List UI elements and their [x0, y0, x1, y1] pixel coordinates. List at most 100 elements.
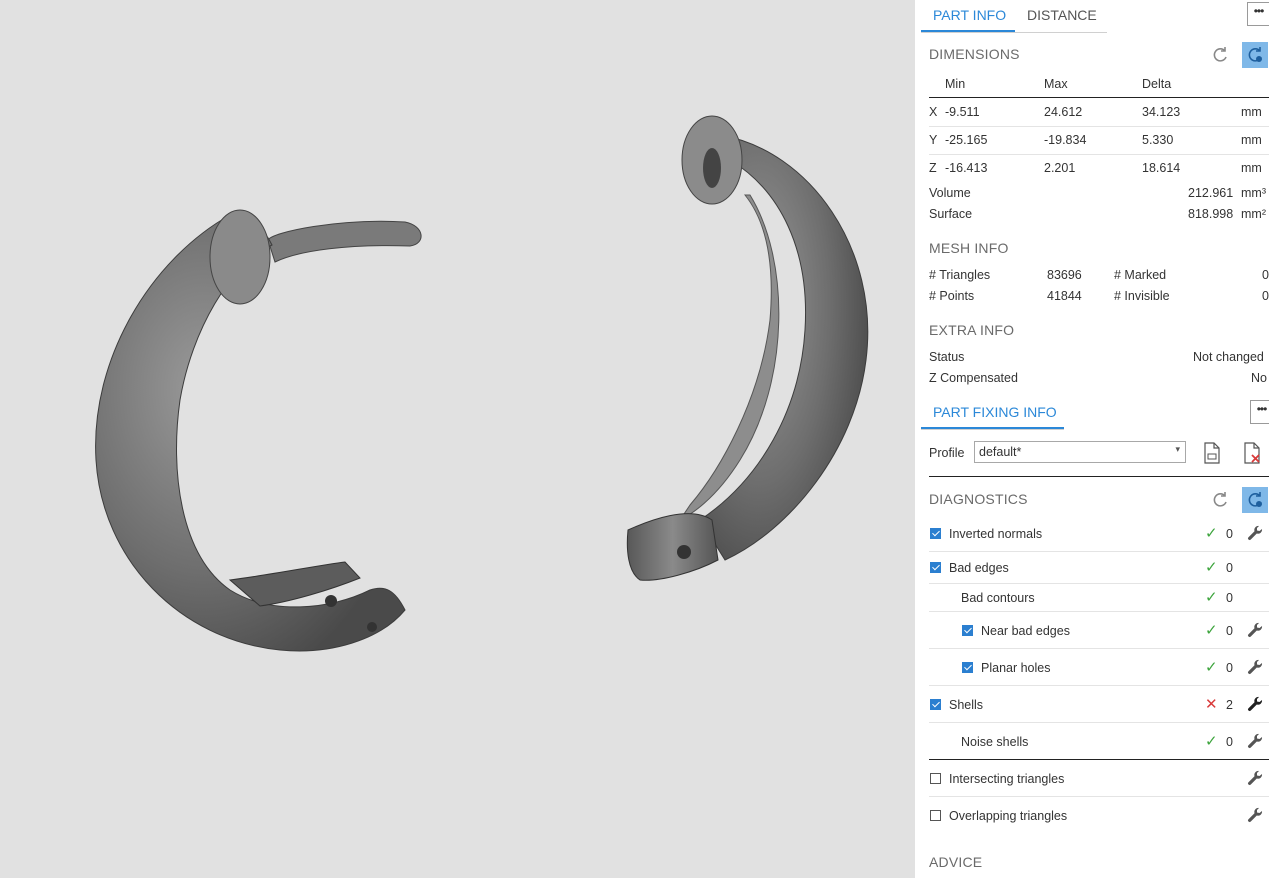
right-hoop-part[interactable]: [626, 115, 869, 581]
auto-refresh-icon[interactable]: [1242, 42, 1268, 68]
diag-label: Noise shells: [961, 735, 1029, 749]
dim-unit: mm: [1241, 133, 1262, 147]
checkmark-icon: ✓: [1205, 659, 1218, 676]
dim-max: -19.834: [1044, 133, 1087, 147]
checkmark-icon: ✓: [1205, 525, 1218, 542]
near-bad-edges-checkbox[interactable]: [962, 625, 973, 636]
wrench-icon[interactable]: [1246, 658, 1264, 676]
wrench-icon[interactable]: [1246, 621, 1264, 639]
dim-unit: mm: [1241, 161, 1262, 175]
divider: [929, 126, 1269, 127]
wrench-icon[interactable]: [1246, 524, 1264, 542]
divider: [929, 685, 1269, 686]
inverted-normals-checkbox[interactable]: [930, 528, 941, 539]
intersecting-triangles-checkbox[interactable]: [930, 773, 941, 784]
tab-underline: [921, 429, 1064, 430]
diag-count: 0: [1226, 661, 1233, 675]
dim-max: 2.201: [1044, 161, 1076, 175]
divider: [929, 796, 1269, 797]
bad-edges-checkbox[interactable]: [930, 562, 941, 573]
surface-unit: mm²: [1241, 207, 1266, 221]
tab-part-fixing-info[interactable]: PART FIXING INFO: [921, 397, 1064, 429]
properties-panel: PART INFO DISTANCE ••• DIMENSIONS Min Ma…: [915, 0, 1269, 878]
dim-header-delta: Delta: [1142, 77, 1172, 91]
diag-label: Inverted normals: [949, 527, 1043, 541]
checkmark-icon: ✓: [1205, 589, 1218, 606]
export-report-icon[interactable]: [1199, 440, 1225, 466]
diag-count: 0: [1226, 735, 1233, 749]
mesh-info-title: MESH INFO: [929, 240, 1009, 256]
planar-holes-checkbox[interactable]: [962, 662, 973, 673]
left-hoop-part[interactable]: [95, 209, 422, 652]
dim-delta: 5.330: [1142, 133, 1174, 147]
shells-checkbox[interactable]: [930, 699, 941, 710]
profile-select-value: default*: [979, 445, 1022, 459]
diag-label: Near bad edges: [981, 624, 1070, 638]
more-options-button[interactable]: •••: [1247, 2, 1269, 26]
dim-header-min: Min: [945, 77, 966, 91]
checkmark-icon: ✓: [1205, 559, 1218, 576]
invisible-label: # Invisible: [1114, 289, 1170, 303]
dim-min: -16.413: [945, 161, 988, 175]
divider: [929, 154, 1269, 155]
cross-icon: ✕: [1205, 696, 1218, 713]
diag-label: Bad edges: [949, 561, 1009, 575]
volume-label: Volume: [929, 186, 971, 200]
axis-label: X: [929, 105, 938, 119]
refresh-icon[interactable]: [1207, 42, 1233, 68]
marked-value: 0: [1262, 268, 1269, 282]
diag-label: Overlapping triangles: [949, 809, 1068, 823]
divider: [929, 476, 1269, 477]
wrench-icon[interactable]: [1246, 732, 1264, 750]
diag-label: Intersecting triangles: [949, 772, 1065, 786]
dim-header-max: Max: [1044, 77, 1068, 91]
auto-refresh-icon[interactable]: [1242, 487, 1268, 513]
axis-label: Y: [929, 133, 938, 147]
status-value: Not changed: [1193, 350, 1264, 364]
diag-count: 0: [1226, 591, 1233, 605]
diag-count: 0: [1226, 527, 1233, 541]
tab-part-info[interactable]: PART INFO: [921, 0, 1015, 32]
z-compensated-value: No: [1251, 371, 1267, 385]
extra-info-title: EXTRA INFO: [929, 322, 1015, 338]
profile-select[interactable]: default* ▾: [974, 441, 1186, 463]
part-fixing-more-button[interactable]: •••: [1250, 400, 1269, 424]
wrench-icon[interactable]: [1246, 806, 1264, 824]
overlapping-triangles-checkbox[interactable]: [930, 810, 941, 821]
volume-unit: mm³: [1241, 186, 1266, 200]
dim-min: -9.511: [945, 105, 980, 119]
divider: [929, 648, 1269, 649]
diag-count: 2: [1226, 698, 1233, 712]
delete-report-icon[interactable]: [1239, 440, 1265, 466]
diag-count: 0: [1226, 624, 1233, 638]
wrench-icon[interactable]: [1246, 769, 1264, 787]
z-compensated-label: Z Compensated: [929, 371, 1018, 385]
wrench-icon[interactable]: [1246, 695, 1264, 713]
3d-viewport[interactable]: [0, 0, 915, 878]
axis-label: Z: [929, 161, 937, 175]
invisible-value: 0: [1262, 289, 1269, 303]
dim-delta: 34.123: [1142, 105, 1181, 119]
refresh-icon[interactable]: [1207, 487, 1233, 513]
surface-value: 818.998: [1188, 207, 1234, 221]
model-render[interactable]: [0, 0, 915, 878]
dim-unit: mm: [1241, 105, 1262, 119]
diagnostics-title: DIAGNOSTICS: [929, 491, 1028, 507]
divider: [929, 611, 1269, 612]
tab-distance[interactable]: DISTANCE: [1027, 0, 1097, 32]
chevron-down-icon: ▾: [1175, 444, 1180, 454]
surface-label: Surface: [929, 207, 973, 221]
dim-max: 24.612: [1044, 105, 1083, 119]
triangles-label: # Triangles: [929, 268, 991, 282]
divider: [929, 759, 1269, 760]
tab-underline: [921, 32, 1107, 33]
volume-value: 212.961: [1188, 186, 1234, 200]
diag-count: 0: [1226, 561, 1233, 575]
divider: [929, 551, 1269, 552]
points-label: # Points: [929, 289, 975, 303]
dim-min: -25.165: [945, 133, 988, 147]
marked-label: # Marked: [1114, 268, 1167, 282]
dimensions-title: DIMENSIONS: [929, 46, 1020, 62]
dim-header-divider: [929, 97, 1269, 98]
triangles-value: 83696: [1047, 268, 1082, 282]
